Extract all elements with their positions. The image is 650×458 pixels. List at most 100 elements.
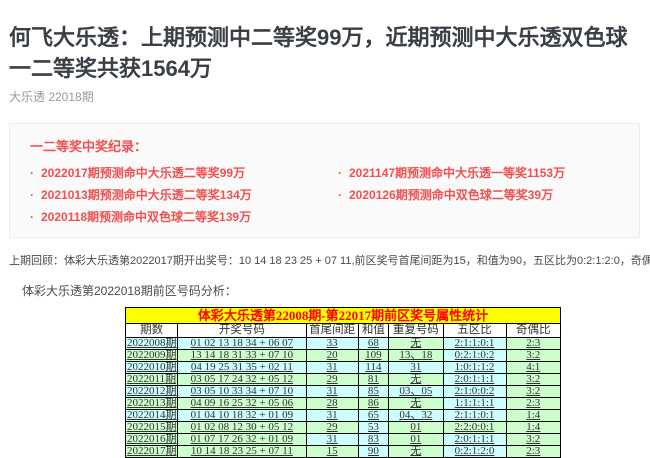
table-cell: 04 09 16 25 32 + 05 06 bbox=[178, 398, 306, 410]
table-cell: 无 bbox=[389, 446, 443, 458]
table-cell: 2:1:0:0:2 bbox=[443, 386, 506, 398]
table-cell: 13 14 18 31 33 + 07 10 bbox=[178, 350, 306, 362]
stats-table-body: 2022008期01 02 13 18 34 + 06 073368无2:1:1… bbox=[126, 338, 561, 458]
table-cell: 114 bbox=[358, 362, 388, 374]
table-cell: 03 05 17 24 32 + 05 12 bbox=[178, 374, 306, 386]
table-row: 2022017期10 14 18 23 25 + 07 111590无0:2:1… bbox=[126, 446, 561, 458]
table-cell: 109 bbox=[358, 350, 388, 362]
stats-table: 体彩大乐透第22008期-第22017期前区奖号属性统计 期数开奖号码首尾间距和… bbox=[125, 307, 561, 458]
table-row: 2022011期03 05 17 24 32 + 05 122981无2:0:1… bbox=[126, 374, 561, 386]
column-header: 期数 bbox=[126, 324, 178, 338]
table-cell: 31 bbox=[306, 386, 358, 398]
table-cell: 4:1 bbox=[506, 362, 560, 374]
table-row: 2022012期03 05 10 33 34 + 07 10318503、052… bbox=[126, 386, 561, 398]
table-cell: 2022009期 bbox=[126, 350, 178, 362]
table-cell: 0:2:1:2:0 bbox=[443, 446, 506, 458]
table-cell: 81 bbox=[358, 374, 388, 386]
table-cell: 无 bbox=[389, 398, 443, 410]
table-cell: 2:0:1:1:1 bbox=[443, 434, 506, 446]
table-cell: 20 bbox=[306, 350, 358, 362]
records-columns: 2022017期预测命中大乐透二等奖99万2021013期预测命中大乐透二等奖1… bbox=[30, 162, 619, 228]
table-cell: 28 bbox=[306, 398, 358, 410]
last-draw-review: 上期回顾：体彩大乐透第2022017期开出奖号：10 14 18 23 25 +… bbox=[9, 252, 640, 268]
table-cell: 3:2 bbox=[506, 350, 560, 362]
table-cell: 01 bbox=[389, 434, 443, 446]
table-row: 2022008期01 02 13 18 34 + 06 073368无2:1:1… bbox=[126, 338, 561, 350]
table-cell: 65 bbox=[358, 410, 388, 422]
table-cell: 2:0:1:1:1 bbox=[443, 374, 506, 386]
table-cell: 2022012期 bbox=[126, 386, 178, 398]
table-cell: 03 05 10 33 34 + 07 10 bbox=[178, 386, 306, 398]
table-cell: 0:2:1:0:2 bbox=[443, 350, 506, 362]
table-cell: 2022010期 bbox=[126, 362, 178, 374]
column-header: 五区比 bbox=[443, 324, 506, 338]
table-cell: 29 bbox=[306, 374, 358, 386]
column-header: 和值 bbox=[358, 324, 388, 338]
table-cell: 2022014期 bbox=[126, 410, 178, 422]
table-cell: 53 bbox=[358, 422, 388, 434]
record-item: 2021147期预测命中大乐透一等奖1153万 bbox=[338, 162, 619, 184]
table-cell: 2:3 bbox=[506, 398, 560, 410]
table-cell: 10 14 18 23 25 + 07 11 bbox=[178, 446, 306, 458]
stats-table-caption-row: 体彩大乐透第22008期-第22017期前区奖号属性统计 bbox=[126, 308, 561, 324]
analysis-intro: 体彩大乐透第2022018期前区号码分析： bbox=[9, 282, 640, 299]
table-cell: 01 02 13 18 34 + 06 07 bbox=[178, 338, 306, 350]
table-row: 2022009期13 14 18 31 33 + 07 102010913、18… bbox=[126, 350, 561, 362]
table-cell: 04 19 25 31 35 + 02 11 bbox=[178, 362, 306, 374]
table-cell: 68 bbox=[358, 338, 388, 350]
table-row: 2022013期04 09 16 25 32 + 05 062886无1:1:1… bbox=[126, 398, 561, 410]
table-cell: 01 bbox=[389, 422, 443, 434]
article-meta: 大乐透 22018期 bbox=[9, 88, 640, 105]
records-left-list: 2022017期预测命中大乐透二等奖99万2021013期预测命中大乐透二等奖1… bbox=[30, 162, 338, 228]
table-cell: 2:3 bbox=[506, 338, 560, 350]
table-cell: 15 bbox=[306, 446, 358, 458]
table-row: 2022014期01 04 10 18 32 + 01 09316504、322… bbox=[126, 410, 561, 422]
column-header: 重复号码 bbox=[389, 324, 443, 338]
table-cell: 31 bbox=[306, 434, 358, 446]
table-cell: 2:1:1:0:1 bbox=[443, 410, 506, 422]
table-cell: 2022008期 bbox=[126, 338, 178, 350]
table-cell: 无 bbox=[389, 374, 443, 386]
table-cell: 3:2 bbox=[506, 386, 560, 398]
table-cell: 1:4 bbox=[506, 410, 560, 422]
table-cell: 2022015期 bbox=[126, 422, 178, 434]
table-cell: 3:2 bbox=[506, 374, 560, 386]
table-row: 2022010期04 19 25 31 35 + 02 1131114311:0… bbox=[126, 362, 561, 374]
table-cell: 90 bbox=[358, 446, 388, 458]
table-cell: 03、05 bbox=[389, 386, 443, 398]
table-cell: 2:2:0:0:1 bbox=[443, 422, 506, 434]
record-item: 2020126期预测命中双色球二等奖39万 bbox=[338, 184, 619, 206]
table-cell: 2022017期 bbox=[126, 446, 178, 458]
table-cell: 29 bbox=[306, 422, 358, 434]
table-cell: 31 bbox=[389, 362, 443, 374]
table-cell: 无 bbox=[389, 338, 443, 350]
table-cell: 1:1:1:1:1 bbox=[443, 398, 506, 410]
records-right-list: 2021147期预测命中大乐透一等奖1153万2020126期预测命中双色球二等… bbox=[338, 162, 619, 228]
table-cell: 01 04 10 18 32 + 01 09 bbox=[178, 410, 306, 422]
table-cell: 3:2 bbox=[506, 434, 560, 446]
table-cell: 1:0:1:1:2 bbox=[443, 362, 506, 374]
table-cell: 1:4 bbox=[506, 422, 560, 434]
table-cell: 2:1:1:0:1 bbox=[443, 338, 506, 350]
table-cell: 31 bbox=[306, 362, 358, 374]
record-item: 2020118期预测命中双色球二等奖139万 bbox=[30, 206, 338, 228]
table-cell: 2022016期 bbox=[126, 434, 178, 446]
table-cell: 83 bbox=[358, 434, 388, 446]
article-page: 何飞大乐透：上期预测中二等奖99万，近期预测中大乐透双色球一二等奖共获1564万… bbox=[0, 0, 650, 458]
table-cell: 2022011期 bbox=[126, 374, 178, 386]
table-cell: 86 bbox=[358, 398, 388, 410]
records-title: 一二等奖中奖纪录： bbox=[30, 136, 619, 155]
column-header: 奇偶比 bbox=[506, 324, 560, 338]
record-item: 2022017期预测命中大乐透二等奖99万 bbox=[30, 162, 338, 184]
stats-table-caption: 体彩大乐透第22008期-第22017期前区奖号属性统计 bbox=[126, 308, 561, 324]
column-header: 开奖号码 bbox=[178, 324, 306, 338]
column-header: 首尾间距 bbox=[306, 324, 358, 338]
table-cell: 01 02 08 12 30 + 05 12 bbox=[178, 422, 306, 434]
table-row: 2022016期01 07 17 26 32 + 01 093183012:0:… bbox=[126, 434, 561, 446]
page-title: 何飞大乐透：上期预测中二等奖99万，近期预测中大乐透双色球一二等奖共获1564万 bbox=[9, 22, 640, 84]
table-cell: 2:3 bbox=[506, 446, 560, 458]
table-cell: 01 07 17 26 32 + 01 09 bbox=[178, 434, 306, 446]
table-row: 2022015期01 02 08 12 30 + 05 122953012:2:… bbox=[126, 422, 561, 434]
table-cell: 31 bbox=[306, 410, 358, 422]
table-cell: 04、32 bbox=[389, 410, 443, 422]
